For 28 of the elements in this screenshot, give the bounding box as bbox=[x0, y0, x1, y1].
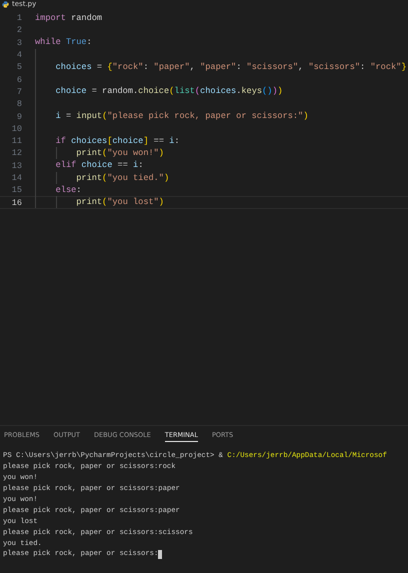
code-line: if choices[choice] == i: bbox=[54, 136, 180, 147]
line-number: 6 bbox=[16, 74, 22, 85]
line-number: 10 bbox=[10, 124, 22, 134]
file-type-icon bbox=[2, 1, 9, 8]
line-number: 13 bbox=[10, 160, 22, 171]
line-number: 15 bbox=[10, 185, 22, 196]
code-line: while True: bbox=[35, 37, 92, 48]
code-line: print("you lost") bbox=[75, 197, 164, 208]
code-line: else: bbox=[54, 184, 82, 196]
code-line: choice = random.choice(list(choices.keys())) bbox=[54, 86, 283, 98]
code-line: i = input("please pick rock, paper or scissors:") bbox=[54, 111, 308, 122]
line-number: 9 bbox=[16, 112, 22, 122]
code-line: import random bbox=[35, 12, 102, 24]
line-number: 12 bbox=[10, 148, 22, 158]
line-number: 1 bbox=[16, 13, 22, 24]
line-number: 14 bbox=[10, 173, 22, 183]
line-number: 16 bbox=[10, 198, 22, 208]
line-number: 8 bbox=[16, 99, 22, 110]
code-line: print("you tied.") bbox=[75, 172, 170, 184]
code-line: elif choice == i: bbox=[54, 160, 144, 172]
line-number: 5 bbox=[16, 62, 22, 72]
line-number: 2 bbox=[16, 25, 22, 36]
line-number: 4 bbox=[16, 50, 22, 60]
line-number: 3 bbox=[16, 38, 22, 48]
code-line: print("you won!") bbox=[75, 148, 164, 159]
code-line: choices = {"rock": "paper", "paper": "scissors", "scissors": "rock"} bbox=[54, 62, 406, 73]
line-number: 7 bbox=[16, 86, 22, 97]
line-number: 11 bbox=[10, 136, 22, 146]
